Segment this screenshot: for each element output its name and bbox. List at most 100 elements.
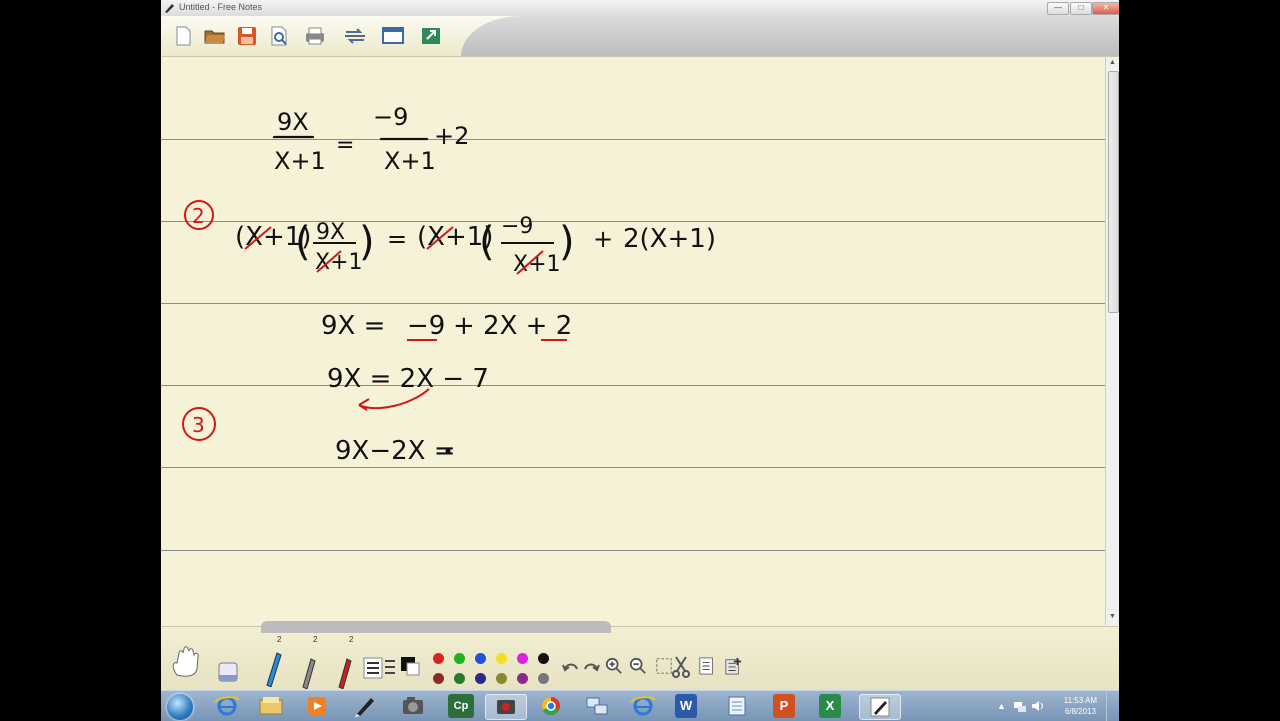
ink-line-3: 9X = −9 + 2X + 2 [321,311,572,341]
pen-count: 2 [313,635,318,644]
file-explorer-icon[interactable] [251,694,291,718]
step-marker-3: 3 [182,407,216,441]
ie-icon[interactable] [623,694,663,718]
blue-pen-icon[interactable] [261,647,283,687]
clock-time: 11:53 AM [1063,696,1097,705]
svg-text:9X−2X =: 9X−2X = [335,436,456,466]
main-toolbar [161,16,1119,57]
windows-taskbar: Cp W P X ▲ 11:53 AM 6/8/2013 [161,690,1119,721]
captivate-icon[interactable]: Cp [448,694,474,718]
eraser-icon[interactable] [215,655,243,685]
color-swatch-blue[interactable] [475,653,486,664]
color-swatch-magenta[interactable] [517,653,528,664]
svg-text:(: ( [295,219,311,265]
window-title: Untitled - Free Notes [179,2,263,12]
svg-text:3: 3 [192,413,205,437]
ink-line-1: 9X X+1 = −9 X+1 +2 [272,103,469,175]
save-icon[interactable] [235,24,259,48]
print-preview-icon[interactable] [267,24,291,48]
toolbar-ridge [261,621,611,633]
ink-line-4: 9X = 2X − 7 [327,364,489,411]
svg-text:9X: 9X [316,220,345,245]
color-select-icon[interactable] [399,655,421,679]
new-page-icon[interactable] [171,24,195,48]
free-notes-icon-2[interactable] [859,694,901,720]
svg-text:(: ( [479,219,495,265]
svg-text:): ) [359,219,375,265]
pen-count: 2 [349,635,354,644]
svg-text:=: = [336,133,354,158]
print-icon[interactable] [303,24,327,48]
color-swatch-dark-green[interactable] [454,673,465,684]
color-swatch-dark-blue[interactable] [475,673,486,684]
svg-text:2: 2 [192,204,205,228]
svg-text:−9: −9 [501,214,533,239]
minimize-button[interactable]: — [1047,2,1069,15]
color-swatch-red[interactable] [433,653,444,664]
svg-text:+ 2X + 2: + 2X + 2 [453,311,572,341]
screen-capture-icon[interactable] [381,24,405,48]
color-swatch-gray[interactable] [538,673,549,684]
insert-page-icon[interactable] [723,657,743,675]
system-clock[interactable]: 11:53 AM 6/8/2013 [1064,695,1097,717]
drawing-toolbar: 2 2 2 [161,621,1119,690]
network-tray-icon[interactable] [1013,699,1027,713]
zoom-out-icon[interactable] [628,657,648,675]
color-swatch-yellow[interactable] [496,653,507,664]
svg-text:−9: −9 [407,311,445,341]
svg-text:9X =: 9X = [321,311,385,341]
color-swatch-green[interactable] [454,653,465,664]
svg-text:+: + [593,225,613,253]
camera-app-icon[interactable] [393,694,433,718]
color-swatch-olive[interactable] [496,673,507,684]
recorder-icon[interactable] [485,694,527,720]
show-hidden-icons-icon[interactable]: ▲ [997,701,1006,711]
toolbar-swoosh [461,16,1119,56]
red-pen-icon[interactable] [333,651,355,689]
scissors-icon[interactable] [671,655,691,679]
open-folder-icon[interactable] [203,24,227,48]
network-icon[interactable] [577,694,617,718]
volume-icon[interactable] [1031,699,1045,713]
maximize-button[interactable]: □ [1070,2,1092,15]
word-icon[interactable]: W [675,694,697,718]
redo-icon[interactable] [581,659,601,677]
handwriting-layer: 9X X+1 = −9 X+1 +2 2 (X+1) ( 9X X+1) = … [182,103,716,466]
svg-text:9X: 9X [277,108,309,136]
start-button[interactable] [167,694,193,720]
ink-line-5: 9X−2X = [335,436,456,466]
gray-pen-icon[interactable] [297,651,319,689]
line-style-icon[interactable] [363,657,383,679]
transfer-icon[interactable] [343,24,367,48]
line-width-icon[interactable] [383,657,397,679]
note-page[interactable]: 9X X+1 = −9 X+1 +2 2 (X+1) ( 9X X+1) = … [161,57,1105,625]
show-desktop-button[interactable] [1106,691,1119,721]
excel-icon[interactable]: X [819,694,841,718]
svg-text:X+1: X+1 [384,147,436,175]
internet-explorer-icon[interactable] [207,694,247,718]
scrollbar-thumb[interactable] [1108,71,1119,313]
export-icon[interactable] [419,24,443,48]
media-player-icon[interactable] [297,694,337,718]
svg-text:+2: +2 [434,122,469,150]
notepad-icon[interactable] [717,694,757,718]
svg-text:=: = [387,225,407,253]
zoom-in-icon[interactable] [604,657,624,675]
scroll-up-icon[interactable]: ▲ [1109,59,1116,66]
close-button[interactable]: ✕ [1092,2,1119,15]
clock-date: 6/8/2013 [1064,707,1096,716]
color-swatch-dark-red[interactable] [433,673,444,684]
svg-text:2(X+1): 2(X+1) [623,224,716,254]
undo-icon[interactable] [561,659,581,677]
hand-pan-icon[interactable] [169,645,207,679]
free-notes-icon[interactable] [345,694,385,718]
color-swatch-black[interactable] [538,653,549,664]
free-notes-window: Untitled - Free Notes — □ ✕ 9X X+1 = −9 … [161,0,1119,690]
svg-text:9X = 2X − 7: 9X = 2X − 7 [327,364,489,394]
color-swatch-purple[interactable] [517,673,528,684]
chrome-icon[interactable] [531,694,571,718]
page-lines-icon[interactable] [697,657,717,675]
scroll-down-icon[interactable]: ▼ [1109,613,1116,620]
powerpoint-icon[interactable]: P [773,694,795,718]
vertical-scrollbar[interactable]: ▲ ▼ [1105,57,1119,625]
